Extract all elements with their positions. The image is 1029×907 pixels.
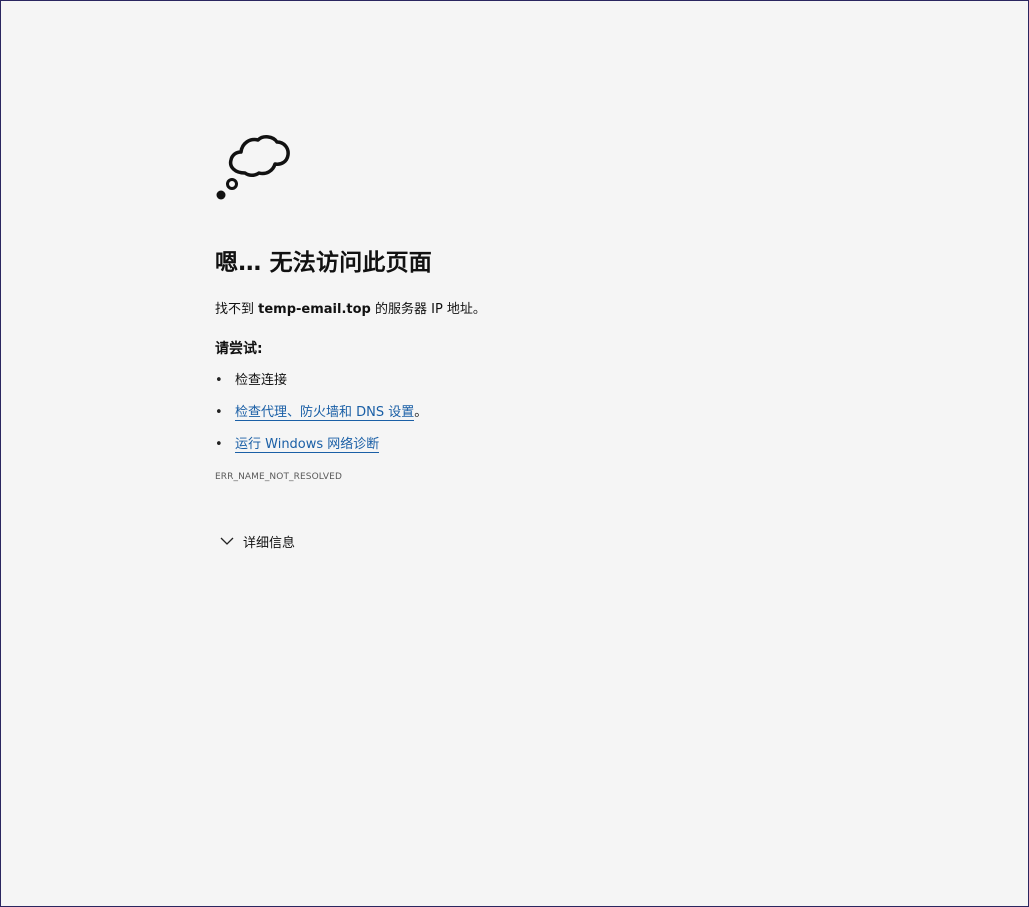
host-name: temp-email.top (258, 302, 371, 317)
browser-viewport: 嗯… 无法访问此页面 找不到 temp-email.top 的服务器 IP 地址… (0, 0, 1029, 907)
list-item: • 运行 Windows 网络诊断 (215, 436, 775, 468)
details-toggle-button[interactable]: 详细信息 (215, 530, 315, 552)
chevron-down-icon (220, 537, 234, 545)
bullet: • (215, 373, 223, 388)
list-item: • 检查代理、防火墙和 DNS 设置。 (215, 404, 775, 436)
error-page-content: 嗯… 无法访问此页面 找不到 temp-email.top 的服务器 IP 地址… (215, 127, 775, 552)
check-proxy-firewall-dns-link[interactable]: 检查代理、防火墙和 DNS 设置 (235, 405, 415, 421)
details-label: 详细信息 (243, 535, 296, 551)
try-heading: 请尝试: (215, 341, 263, 357)
error-message: 找不到 temp-email.top 的服务器 IP 地址。 (215, 301, 775, 319)
message-prefix: 找不到 (215, 302, 259, 317)
suggestion-trailing-punctuation: 。 (414, 405, 428, 420)
suggestion-check-connection: 检查连接 (235, 373, 288, 388)
page-title: 嗯… 无法访问此页面 (215, 250, 433, 276)
suggestion-list: • 检查连接 • 检查代理、防火墙和 DNS 设置。 • 运行 Windows … (215, 372, 775, 468)
error-code: ERR_NAME_NOT_RESOLVED (215, 472, 342, 482)
message-suffix: 的服务器 IP 地址。 (370, 302, 486, 317)
thought-cloud-icon (216, 135, 290, 200)
list-item: • 检查连接 (215, 372, 775, 404)
run-network-diagnostics-link[interactable]: 运行 Windows 网络诊断 (235, 437, 380, 453)
bullet: • (215, 405, 223, 420)
bullet: • (215, 437, 223, 452)
